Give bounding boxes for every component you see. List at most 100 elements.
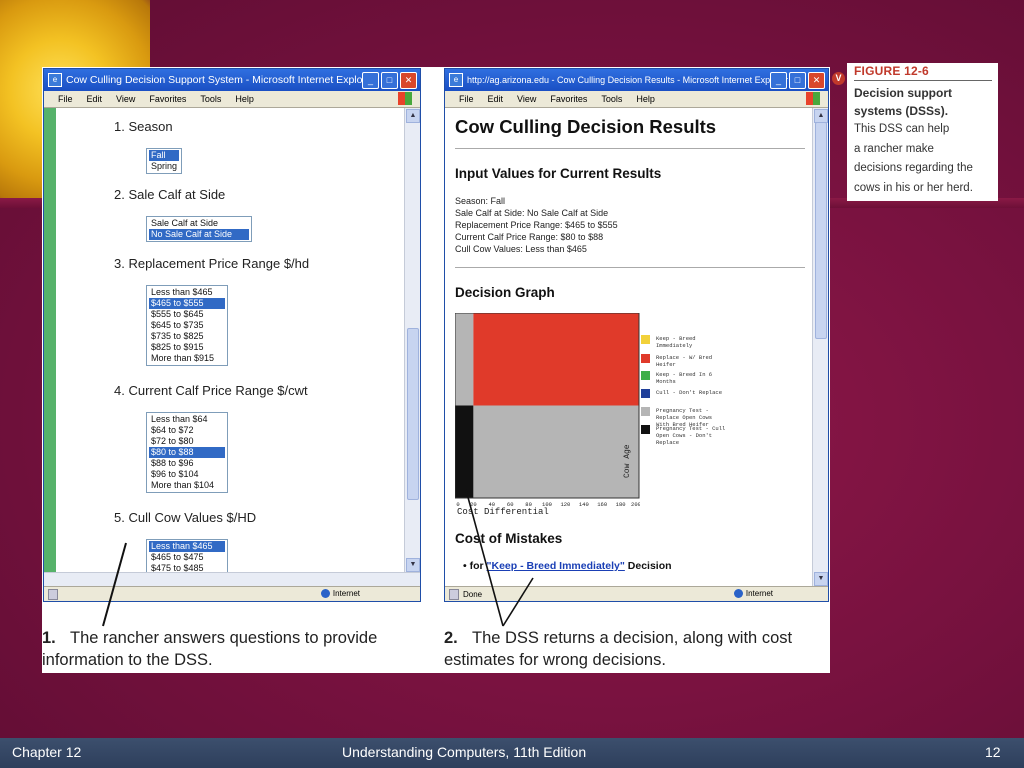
input-line: Cull Cow Values: Less than $465 xyxy=(455,244,587,254)
maximize-button[interactable]: □ xyxy=(381,72,398,89)
list-option[interactable]: Less than $465 xyxy=(149,541,225,552)
right-titlebar: e http://ag.arizona.edu - Cow Culling De… xyxy=(445,69,828,91)
left-vertical-scrollbar[interactable]: ▲ ▼ xyxy=(404,108,420,573)
list-option[interactable]: $825 to $915 xyxy=(149,342,225,353)
scroll-thumb[interactable] xyxy=(407,328,419,500)
question-heading: 1. Season xyxy=(114,119,173,134)
menu-tools[interactable]: Tools xyxy=(601,94,622,104)
minimize-button[interactable]: _ xyxy=(362,72,379,89)
menu-help[interactable]: Help xyxy=(636,94,655,104)
list-option[interactable]: $96 to $104 xyxy=(149,469,225,480)
list-option[interactable]: $80 to $88 xyxy=(149,447,225,458)
menu-favorites[interactable]: Favorites xyxy=(149,94,186,104)
cull-cow-listbox[interactable]: Less than $465 $465 to $475 $475 to $485 xyxy=(146,539,228,573)
menu-tools[interactable]: Tools xyxy=(200,94,221,104)
page-icon xyxy=(449,588,459,600)
menu-view[interactable]: View xyxy=(517,94,536,104)
globe-icon xyxy=(320,589,330,598)
legend-item: Keep - Breed In 6 Months xyxy=(641,371,728,385)
legend-swatch xyxy=(641,371,650,380)
menu-view[interactable]: View xyxy=(116,94,135,104)
menu-help[interactable]: Help xyxy=(235,94,254,104)
x-tick-label: 180 xyxy=(616,501,626,508)
right-window-title: http://ag.arizona.edu - Cow Culling Deci… xyxy=(467,75,789,85)
input-values: Season: Fall Sale Calf at Side: No Sale … xyxy=(455,195,618,255)
x-tick-label: 120 xyxy=(560,501,570,508)
scroll-thumb[interactable] xyxy=(815,122,827,339)
list-option[interactable]: $465 to $475 xyxy=(149,552,225,563)
list-option[interactable]: Less than $465 xyxy=(149,287,225,298)
left-menubar: File Edit View Favorites Tools Help xyxy=(44,91,420,108)
list-option[interactable]: More than $915 xyxy=(149,353,225,364)
legend-label: Pregnancy Test - Cull Open Cows - Don't … xyxy=(656,425,726,446)
list-option[interactable]: $72 to $80 xyxy=(149,436,225,447)
menu-edit[interactable]: Edit xyxy=(87,94,103,104)
caption-step-1: 1. The rancher answers questions to provi… xyxy=(42,627,422,671)
menu-file[interactable]: File xyxy=(459,94,474,104)
input-line: Sale Calf at Side: No Sale Calf at Side xyxy=(455,208,609,218)
scroll-down-icon[interactable]: ▼ xyxy=(814,572,828,586)
list-option[interactable]: $465 to $555 xyxy=(149,298,225,309)
scroll-up-icon[interactable]: ▲ xyxy=(406,109,420,123)
caption-text: The DSS returns a decision, along with c… xyxy=(444,629,793,669)
footer-page-number: 12 xyxy=(985,744,1001,760)
slide-footer: Chapter 12 Understanding Computers, 11th… xyxy=(0,738,1024,768)
legend-item: Keep - Breed Immediately xyxy=(641,335,728,349)
figure-subtitle: Decision support systems (DSSs). xyxy=(854,86,953,118)
page-title: Cow Culling Decision Results xyxy=(455,116,717,137)
left-horizontal-scrollbar[interactable] xyxy=(44,572,420,587)
caption-number: 2. xyxy=(444,629,458,647)
input-line: Season: Fall xyxy=(455,196,506,206)
right-vertical-scrollbar[interactable]: ▲ ▼ xyxy=(812,108,828,587)
left-green-strip xyxy=(44,108,56,573)
scroll-down-icon[interactable]: ▼ xyxy=(406,558,420,572)
scroll-up-icon[interactable]: ▲ xyxy=(814,109,828,123)
list-option[interactable]: $64 to $72 xyxy=(149,425,225,436)
x-tick-label: 200 xyxy=(631,501,640,508)
page-icon xyxy=(48,588,58,600)
mistake-list-item: • for "Keep - Breed Immediately" Decisio… xyxy=(463,560,672,572)
keep-breed-link[interactable]: "Keep - Breed Immediately" xyxy=(487,560,625,572)
list-option[interactable]: $555 to $645 xyxy=(149,309,225,320)
footer-chapter: Chapter 12 xyxy=(12,744,82,760)
legend-label: Cull - Don't Replace xyxy=(656,389,723,396)
list-option[interactable]: Spring xyxy=(149,161,179,172)
list-option[interactable]: Sale Calf at Side xyxy=(149,218,249,229)
minimize-button[interactable]: _ xyxy=(770,72,787,89)
figure-body-line: This DSS can help xyxy=(854,123,950,135)
replacement-price-listbox[interactable]: Less than $465 $465 to $555 $555 to $645… xyxy=(146,285,228,366)
left-window-title: Cow Culling Decision Support System - Mi… xyxy=(66,74,376,86)
figure-body-line: cows in his or her herd. xyxy=(854,181,973,194)
list-option[interactable]: Less than $64 xyxy=(149,414,225,425)
calf-price-listbox[interactable]: Less than $64 $64 to $72 $72 to $80 $80 … xyxy=(146,412,228,493)
legend-label: Replace - W/ Bred Heifer xyxy=(656,354,713,368)
menu-favorites[interactable]: Favorites xyxy=(550,94,587,104)
right-browser-window: e http://ag.arizona.edu - Cow Culling De… xyxy=(444,68,829,602)
v-badge-icon: V xyxy=(832,72,845,85)
windows-logo-icon xyxy=(806,92,820,105)
sale-calf-listbox[interactable]: Sale Calf at Side No Sale Calf at Side xyxy=(146,216,252,242)
close-button[interactable]: ✕ xyxy=(400,72,417,89)
season-listbox[interactable]: Fall Spring xyxy=(146,148,183,174)
caption-step-2: 2. The DSS returns a decision, along with… xyxy=(444,627,828,671)
left-page-content: 1. Season Fall Spring 2. Sale Calf at Si… xyxy=(56,108,405,573)
divider xyxy=(455,267,805,268)
menu-edit[interactable]: Edit xyxy=(488,94,504,104)
question-heading: 3. Replacement Price Range $/hd xyxy=(114,256,310,271)
close-button[interactable]: ✕ xyxy=(808,72,825,89)
menu-file[interactable]: File xyxy=(58,94,73,104)
right-page-content: Cow Culling Decision Results Input Value… xyxy=(445,108,813,587)
list-option[interactable]: Fall xyxy=(149,150,180,161)
list-option[interactable]: No Sale Calf at Side xyxy=(149,229,249,240)
list-option[interactable]: $735 to $825 xyxy=(149,331,225,342)
list-option[interactable]: $645 to $735 xyxy=(149,320,225,331)
list-option[interactable]: $88 to $96 xyxy=(149,458,225,469)
legend-swatch xyxy=(641,389,650,398)
maximize-button[interactable]: □ xyxy=(789,72,806,89)
list-option[interactable]: More than $104 xyxy=(149,480,225,491)
figure-body-line: decisions regarding the xyxy=(854,162,973,174)
globe-icon xyxy=(733,589,743,598)
divider xyxy=(455,148,805,149)
zone-label: Internet xyxy=(745,589,773,598)
graph-region xyxy=(473,313,639,406)
